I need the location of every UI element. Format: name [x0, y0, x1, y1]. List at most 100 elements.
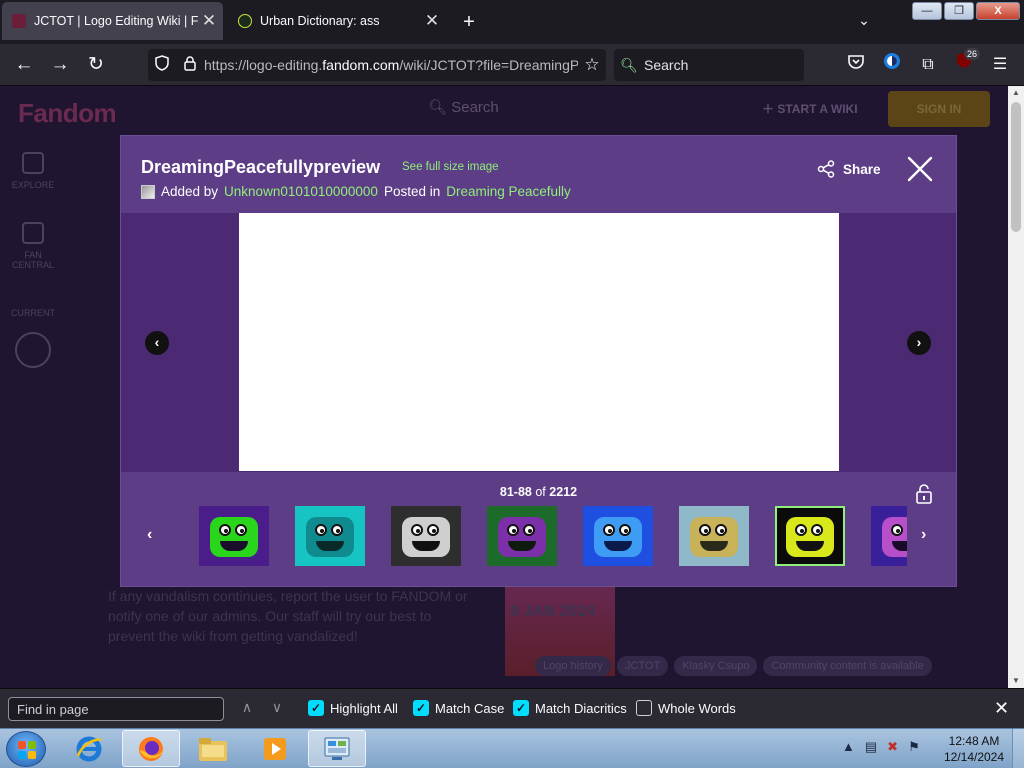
tab-title: JCTOT | Logo Editing Wiki | Fandom	[34, 14, 199, 28]
url-text[interactable]: https://logo-editing.fandom.com/wiki/JCT…	[204, 57, 578, 73]
pocket-icon[interactable]	[842, 52, 870, 78]
thumbnail-eye	[811, 524, 823, 537]
unlock-icon[interactable]	[915, 484, 933, 504]
checkbox-icon: ✓	[513, 700, 529, 716]
scroll-up-arrow-icon[interactable]: ▲	[1008, 86, 1024, 100]
carousel-next-button[interactable]: ›	[921, 526, 926, 544]
sidebar-current[interactable]: CURRENT	[8, 308, 58, 318]
tab-jctot[interactable]: JCTOT | Logo Editing Wiki | Fandom ✕	[2, 2, 223, 40]
shield-icon[interactable]	[148, 55, 176, 75]
bookmark-star-icon[interactable]: ☆	[578, 55, 606, 75]
search-engine-icon: 🔍︎	[620, 56, 638, 73]
sidebar-fan-central[interactable]: FAN CENTRAL	[8, 222, 58, 270]
next-image-button[interactable]: ›	[907, 331, 931, 355]
new-tab-button[interactable]: +	[456, 10, 482, 34]
tab-close-icon[interactable]: ✕	[199, 11, 219, 31]
scroll-down-arrow-icon[interactable]: ▼	[1008, 674, 1024, 688]
header-search[interactable]: 🔍︎ Search	[428, 98, 738, 126]
thumbnail-eye	[523, 524, 535, 537]
sidebar-explore[interactable]: EXPLORE	[8, 152, 58, 190]
back-arrow-icon[interactable]: ←	[10, 52, 38, 78]
taskbar-clock[interactable]: 12:48 AM 12/14/2024	[934, 733, 1014, 765]
find-next-icon[interactable]: ∨	[266, 699, 288, 719]
thumbnail-mouth	[316, 541, 344, 552]
tag-item[interactable]: Community content is available	[763, 656, 932, 676]
share-button[interactable]: Share	[817, 160, 881, 178]
find-input[interactable]	[8, 697, 224, 721]
extensions-puzzle-icon[interactable]: ⧉	[914, 52, 942, 78]
network-icon[interactable]: ▤	[865, 739, 877, 755]
thumb-87[interactable]	[775, 506, 845, 566]
close-window-button[interactable]: X	[976, 2, 1020, 20]
vpn-icon[interactable]	[878, 52, 906, 78]
reload-icon[interactable]: ↻	[82, 52, 110, 78]
show-hidden-icons-icon[interactable]: ▲	[842, 739, 855, 755]
tab-close-icon[interactable]: ✕	[422, 11, 442, 31]
close-icon[interactable]	[905, 154, 935, 184]
lightbox-title: DreamingPeacefullypreview	[141, 157, 381, 177]
thumbnail-eye	[315, 524, 327, 537]
match-case-checkbox[interactable]: ✓ Match Case	[413, 700, 504, 716]
body-line-2: notify one of our admins. Our staff will…	[108, 608, 432, 624]
page-scrollbar[interactable]: ▲ ▼	[1008, 86, 1024, 688]
lock-icon[interactable]	[176, 55, 204, 75]
ublock-icon[interactable]: 26	[950, 48, 980, 78]
start-button[interactable]	[6, 731, 46, 767]
thumb-85[interactable]	[583, 506, 653, 566]
minimize-button[interactable]: —	[912, 2, 942, 20]
find-previous-icon[interactable]: ∧	[236, 699, 258, 719]
carousel-previous-button[interactable]: ‹	[147, 526, 152, 544]
previous-image-button[interactable]: ‹	[145, 331, 169, 355]
thumbnail-face	[690, 517, 738, 558]
thumb-88[interactable]	[871, 506, 907, 566]
search-bar-placeholder: Search	[644, 57, 689, 73]
thumb-84[interactable]	[487, 506, 557, 566]
thumb-81[interactable]	[199, 506, 269, 566]
body-line-3: prevent the wiki from getting vandalized…	[108, 628, 358, 644]
clock-date: 12/14/2024	[943, 750, 1005, 764]
wiki-avatar[interactable]	[8, 332, 58, 374]
tag-item[interactable]: JCTOT	[616, 656, 669, 676]
tag-item[interactable]: Klasky Csupo	[674, 656, 758, 676]
thumb-86[interactable]	[679, 506, 749, 566]
start-a-wiki-link[interactable]: ＋ START A WIKI	[762, 100, 858, 117]
thumbnail-face	[210, 517, 258, 558]
action-center-flag-icon[interactable]: ⚑	[908, 739, 920, 755]
whole-words-checkbox[interactable]: Whole Words	[636, 700, 736, 716]
search-bar[interactable]: 🔍︎ Search	[614, 49, 804, 81]
media-player-taskbar-icon[interactable]	[246, 730, 304, 767]
fandom-logo[interactable]: Fandom	[18, 98, 117, 129]
thumbnail-list	[199, 506, 907, 568]
tag-item[interactable]: Logo history	[535, 656, 611, 676]
list-all-tabs-icon[interactable]: ⌄	[850, 12, 878, 32]
volume-muted-icon[interactable]: ✖	[887, 739, 898, 755]
thumbnail-eye	[715, 524, 727, 537]
sign-in-button[interactable]: SIGN IN	[888, 91, 990, 127]
maximize-button[interactable]: ❐	[944, 2, 974, 20]
thumbnail-mouth	[508, 541, 536, 552]
find-close-button[interactable]: ✕	[994, 698, 1009, 719]
thumbnail-mouth	[604, 541, 632, 552]
scrollbar-thumb[interactable]	[1011, 102, 1021, 232]
see-full-size-link[interactable]: See full size image	[402, 161, 499, 173]
tab-urban-dictionary[interactable]: Urban Dictionary: ass ✕	[228, 2, 446, 40]
uploader-link[interactable]: Unknown0101010000000	[224, 184, 378, 199]
thumbnail-eye	[891, 524, 903, 537]
match-diacritics-checkbox[interactable]: ✓ Match Diacritics	[513, 700, 627, 716]
clock-time: 12:48 AM	[948, 734, 1000, 748]
user-avatar[interactable]	[141, 184, 155, 199]
file-explorer-taskbar-icon[interactable]	[184, 730, 242, 767]
highlight-all-checkbox[interactable]: ✓ Highlight All	[308, 700, 398, 716]
firefox-taskbar-icon[interactable]	[122, 730, 180, 767]
show-desktop-button[interactable]	[1012, 729, 1024, 768]
address-bar[interactable]: https://logo-editing.fandom.com/wiki/JCT…	[148, 49, 606, 81]
hamburger-menu-icon[interactable]: ☰	[986, 52, 1014, 78]
posted-in-link[interactable]: Dreaming Peacefully	[446, 184, 571, 199]
control-panel-taskbar-icon[interactable]	[308, 730, 366, 767]
internet-explorer-taskbar-icon[interactable]	[60, 730, 118, 767]
thumbnail-mouth	[220, 541, 248, 552]
thumb-82[interactable]	[295, 506, 365, 566]
forward-arrow-icon[interactable]: →	[46, 52, 74, 78]
thumb-83[interactable]	[391, 506, 461, 566]
thumbnail-eye	[331, 524, 343, 537]
